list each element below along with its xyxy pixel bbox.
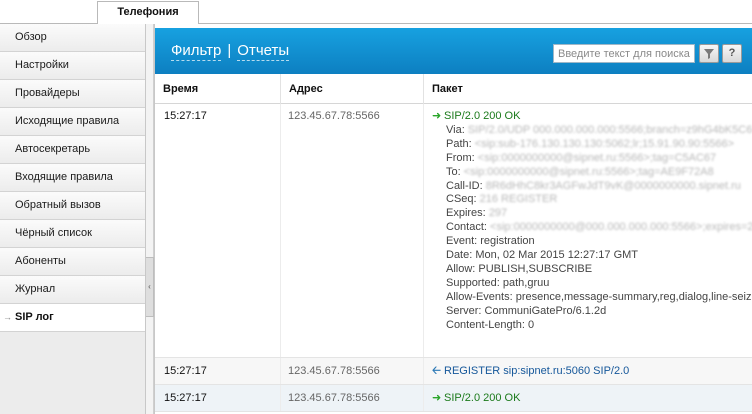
- sidebar-item-blacklist[interactable]: Чёрный список: [0, 220, 145, 248]
- sidebar-item-label: Чёрный список: [15, 227, 92, 239]
- sidebar-item-overview[interactable]: Обзор: [0, 24, 145, 52]
- panel-header: Фильтр | Отчеты ?: [155, 28, 752, 74]
- tab-bar: Телефония: [0, 0, 752, 24]
- table-row[interactable]: 15:27:17 123.45.67.78:5566 ➜ SIP/2.0 200 …: [155, 104, 752, 358]
- help-button[interactable]: ?: [722, 44, 742, 63]
- header-separator: |: [227, 42, 232, 59]
- column-divider: [280, 385, 281, 411]
- sip-header-server: Server: CommuniGatePro/6.1.2d: [446, 304, 607, 317]
- arrow-right-icon: ➜: [432, 110, 442, 122]
- table-row[interactable]: 15:27:17 123.45.67.78:5566 🡠 REGISTER sip…: [155, 358, 752, 385]
- filter-link[interactable]: Фильтр: [171, 42, 222, 61]
- chevron-left-icon[interactable]: ‹: [146, 257, 154, 317]
- sidebar-item-label: Обратный вызов: [15, 199, 101, 211]
- sidebar-item-label: Абоненты: [15, 255, 66, 267]
- sip-header-path: Path: <sip:sub-176.130.130.130:5062;lr;1…: [446, 137, 735, 150]
- packet-first-line: ➜ SIP/2.0 200 OK: [432, 110, 521, 122]
- column-divider: [280, 104, 281, 357]
- sidebar-item-label: Обзор: [15, 31, 47, 43]
- sip-header-event: Event: registration: [446, 235, 535, 248]
- arrow-left-icon: 🡠: [432, 365, 441, 377]
- column-header-address[interactable]: Адрес: [280, 74, 423, 104]
- row-time: 15:27:17: [164, 365, 207, 377]
- column-header-time[interactable]: Время: [163, 74, 279, 104]
- sidebar-item-label: Журнал: [15, 283, 56, 295]
- sidebar-item-label: Исходящие правила: [15, 115, 120, 127]
- row-address: 123.45.67.78:5566: [288, 110, 380, 122]
- sidebar-item-journal[interactable]: Журнал: [0, 276, 145, 304]
- search-input[interactable]: [553, 44, 695, 63]
- filter-button[interactable]: [699, 44, 719, 63]
- column-header-packet[interactable]: Пакет: [423, 74, 752, 104]
- sip-header-from: From: <sip:0000000000@sipnet.ru:5566>;ta…: [446, 151, 717, 164]
- row-time: 15:27:17: [164, 110, 207, 122]
- column-divider: [423, 385, 424, 411]
- row-packet: ➜ SIP/2.0 200 OK Via: SIP/2.0/UDP 000.000…: [432, 110, 752, 333]
- table-row[interactable]: 15:27:17 123.45.67.78:5566 ➜ SIP/2.0 200 …: [155, 385, 752, 412]
- header-links: Фильтр | Отчеты: [171, 42, 290, 61]
- sip-header-date: Date: Mon, 02 Mar 2015 12:27:17 GMT: [446, 249, 639, 262]
- sidebar-item-incoming-rules[interactable]: Входящие правила: [0, 164, 145, 192]
- sidebar-item-label: Входящие правила: [15, 171, 113, 183]
- row-packet: ➜ SIP/2.0 200 OK: [432, 392, 520, 406]
- sidebar-item-label: Настройки: [15, 59, 69, 71]
- question-mark-icon: ?: [728, 47, 736, 59]
- sip-header-to: To: <sip:0000000000@sipnet.ru:5566>;tag=…: [446, 165, 714, 178]
- packet-first-line: ➜ SIP/2.0 200 OK: [432, 392, 521, 404]
- arrow-right-icon: ➜: [432, 392, 442, 404]
- column-divider: [280, 358, 281, 384]
- sidebar-item-label: Автосекретарь: [15, 143, 91, 155]
- row-address: 123.45.67.78:5566: [288, 365, 380, 377]
- tab-telephony[interactable]: Телефония: [97, 1, 199, 24]
- sidebar-item-auto-attendant[interactable]: Автосекретарь: [0, 136, 145, 164]
- sip-header-content-length: Content-Length: 0: [446, 318, 535, 331]
- filter-funnel-icon: [704, 49, 714, 59]
- active-marker-icon: →: [3, 312, 12, 322]
- row-time: 15:27:17: [164, 392, 207, 404]
- table-header: Время Адрес Пакет: [155, 74, 752, 104]
- sip-header-via: Via: SIP/2.0/UDP 000.000.000.000:5566;br…: [446, 123, 752, 136]
- sidebar-item-label: SIP лог: [15, 311, 54, 323]
- sidebar-item-label: Провайдеры: [15, 87, 80, 99]
- reports-link[interactable]: Отчеты: [237, 42, 290, 61]
- column-divider: [423, 358, 424, 384]
- sip-header-call-id: Call-ID: 8R6dHhC8kr3AGFwJdT9vK@000000000…: [446, 179, 741, 192]
- sidebar-item-providers[interactable]: Провайдеры: [0, 80, 145, 108]
- sidebar: Обзор Настройки Провайдеры Исходящие пра…: [0, 24, 146, 414]
- row-packet: 🡠 REGISTER sip:sipnet.ru:5060 SIP/2.0: [432, 365, 629, 379]
- sip-header-cseq: CSeq: 216 REGISTER: [446, 193, 558, 206]
- packet-first-line: 🡠 REGISTER sip:sipnet.ru:5060 SIP/2.0: [432, 365, 630, 377]
- sip-header-supported: Supported: path,gruu: [446, 276, 550, 289]
- sidebar-item-settings[interactable]: Настройки: [0, 52, 145, 80]
- sidebar-item-sip-log[interactable]: → SIP лог: [0, 304, 145, 332]
- sidebar-item-callback[interactable]: Обратный вызов: [0, 192, 145, 220]
- main-panel: Фильтр | Отчеты ? Время Адрес Пакет 15:27:…: [154, 24, 752, 414]
- row-address: 123.45.67.78:5566: [288, 392, 380, 404]
- sidebar-splitter[interactable]: ‹: [146, 24, 154, 414]
- sip-header-allow: Allow: PUBLISH,SUBSCRIBE: [446, 262, 593, 275]
- sidebar-item-outgoing-rules[interactable]: Исходящие правила: [0, 108, 145, 136]
- sip-header-allow-events: Allow-Events: presence,message-summary,r…: [446, 290, 752, 303]
- sidebar-item-subscribers[interactable]: Абоненты: [0, 248, 145, 276]
- sip-header-expires: Expires: 297: [446, 207, 508, 220]
- sip-header-contact: Contact: <sip:0000000000@000.000.000.000…: [446, 221, 752, 234]
- column-divider: [423, 104, 424, 357]
